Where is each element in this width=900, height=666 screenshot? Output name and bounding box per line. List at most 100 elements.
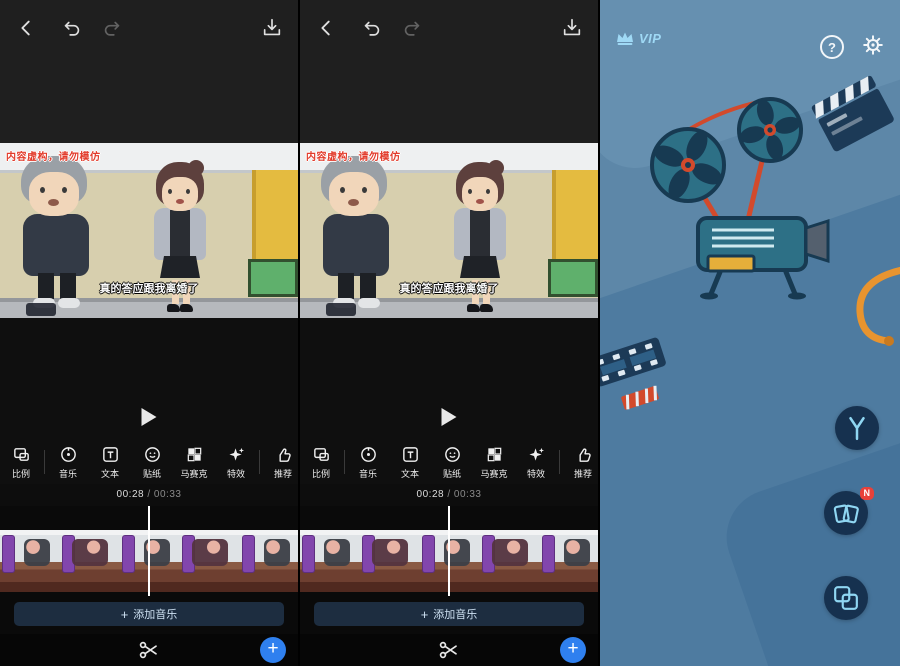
vip-label: VIP [639, 31, 661, 46]
menu-label: 文本 [401, 467, 419, 480]
film-frame [540, 530, 598, 592]
effects-icon [527, 445, 546, 464]
menu-item-mosaic[interactable]: 马赛克 [173, 445, 215, 480]
templates-button[interactable]: N [824, 491, 868, 535]
time-total: 00:33 [154, 489, 182, 500]
editor-top-area [0, 0, 298, 143]
disclaimer-caption: 内容虚构，请勿模仿 [6, 148, 101, 163]
plus-icon: + [421, 607, 429, 622]
menu-label: 贴纸 [143, 467, 161, 480]
scissors-icon [137, 638, 161, 662]
bottom-action-bar: + [0, 634, 298, 666]
split-clip-button[interactable] [137, 638, 161, 662]
menu-item-recommend[interactable]: 推荐 [262, 445, 298, 480]
undo-button[interactable] [360, 16, 384, 40]
menu-label: 马赛克 [180, 467, 207, 480]
play-button[interactable] [442, 408, 457, 426]
vip-badge[interactable]: VIP [615, 30, 661, 46]
sticker-icon [143, 445, 162, 464]
app: 内容虚构，请勿模仿 真的答应跟我离婚了 比例 音乐 文本 [0, 0, 900, 666]
film-frame [360, 530, 420, 592]
video-preview[interactable]: 内容虚构，请勿模仿 真的答应跟我离婚了 [300, 143, 598, 318]
redo-button[interactable] [400, 16, 424, 40]
menu-divider [44, 450, 45, 474]
editor-top-area [300, 0, 598, 143]
side-panel: VIP ? N [600, 0, 900, 666]
tool-menu-bar: 比例 音乐 文本 贴纸 马赛克 特效 [0, 440, 298, 484]
menu-item-text[interactable]: 文本 [389, 445, 431, 480]
mosaic-icon [485, 445, 504, 464]
video-subtitle: 真的答应跟我离婚了 [300, 280, 598, 296]
ratio-icon [312, 445, 331, 464]
menu-item-ratio[interactable]: 比例 [300, 445, 342, 480]
export-download-icon [561, 17, 583, 39]
menu-label: 文本 [101, 467, 119, 480]
music-icon [359, 445, 378, 464]
menu-item-music[interactable]: 音乐 [47, 445, 89, 480]
time-separator: / [444, 489, 454, 500]
film-frame [0, 530, 60, 592]
gear-icon [861, 33, 885, 57]
film-frame [240, 530, 298, 592]
add-music-button[interactable]: + 添加音乐 [14, 602, 284, 626]
editor-panel-2: 内容虚构，请勿模仿 真的答应跟我离婚了 比例 音乐 文本 [300, 0, 600, 666]
side-illustration [600, 0, 900, 666]
add-music-button[interactable]: + 添加音乐 [314, 602, 584, 626]
menu-item-sticker[interactable]: 贴纸 [131, 445, 173, 480]
menu-item-ratio[interactable]: 比例 [0, 445, 42, 480]
add-music-label: 添加音乐 [133, 606, 177, 622]
recommend-icon [574, 445, 593, 464]
menu-item-music[interactable]: 音乐 [347, 445, 389, 480]
menu-label: 马赛克 [480, 467, 507, 480]
menu-item-text[interactable]: 文本 [89, 445, 131, 480]
fork-tool-icon [844, 415, 870, 441]
redo-icon [401, 17, 423, 39]
tool-menu-bar: 比例 音乐 文本 贴纸 马赛克 特效 [300, 440, 598, 484]
menu-item-sticker[interactable]: 贴纸 [431, 445, 473, 480]
scissors-icon [437, 638, 461, 662]
plus-icon: + [121, 607, 129, 622]
add-clip-button[interactable]: + [260, 637, 286, 663]
film-frame [420, 530, 480, 592]
export-button[interactable] [560, 16, 584, 40]
help-button[interactable]: ? [820, 35, 844, 59]
menu-label: 特效 [227, 467, 245, 480]
menu-item-effects[interactable]: 特效 [215, 445, 257, 480]
menu-item-recommend[interactable]: 推荐 [562, 445, 598, 480]
back-chevron-icon [315, 17, 337, 39]
time-ruler: 00:28 / 00:33 [300, 484, 598, 506]
editor-toolbar [0, 0, 298, 56]
timeline[interactable]: + 添加音乐 [0, 506, 298, 634]
time-total: 00:33 [454, 489, 482, 500]
time-ruler: 00:28 / 00:33 [0, 484, 298, 506]
export-button[interactable] [260, 16, 284, 40]
timeline[interactable]: + 添加音乐 [300, 506, 598, 634]
crown-icon [615, 30, 635, 46]
playhead-indicator [448, 506, 450, 596]
undo-icon [61, 17, 83, 39]
quick-tools-button[interactable] [835, 406, 879, 450]
film-frame [120, 530, 180, 592]
ratio-icon [12, 445, 31, 464]
new-badge: N [860, 487, 875, 500]
menu-label: 推荐 [274, 467, 292, 480]
back-button[interactable] [314, 16, 338, 40]
undo-button[interactable] [60, 16, 84, 40]
gallery-button[interactable] [824, 576, 868, 620]
back-button[interactable] [14, 16, 38, 40]
play-button[interactable] [142, 408, 157, 426]
add-clip-button[interactable]: + [560, 637, 586, 663]
film-frame [300, 530, 360, 592]
film-frame [180, 530, 240, 592]
time-separator: / [144, 489, 154, 500]
split-clip-button[interactable] [437, 638, 461, 662]
menu-item-mosaic[interactable]: 马赛克 [473, 445, 515, 480]
menu-divider [559, 450, 560, 474]
menu-item-effects[interactable]: 特效 [515, 445, 557, 480]
music-icon [59, 445, 78, 464]
settings-button[interactable] [861, 33, 885, 57]
redo-button[interactable] [100, 16, 124, 40]
add-music-label: 添加音乐 [433, 606, 477, 622]
export-download-icon [261, 17, 283, 39]
video-preview[interactable]: 内容虚构，请勿模仿 真的答应跟我离婚了 [0, 143, 298, 318]
